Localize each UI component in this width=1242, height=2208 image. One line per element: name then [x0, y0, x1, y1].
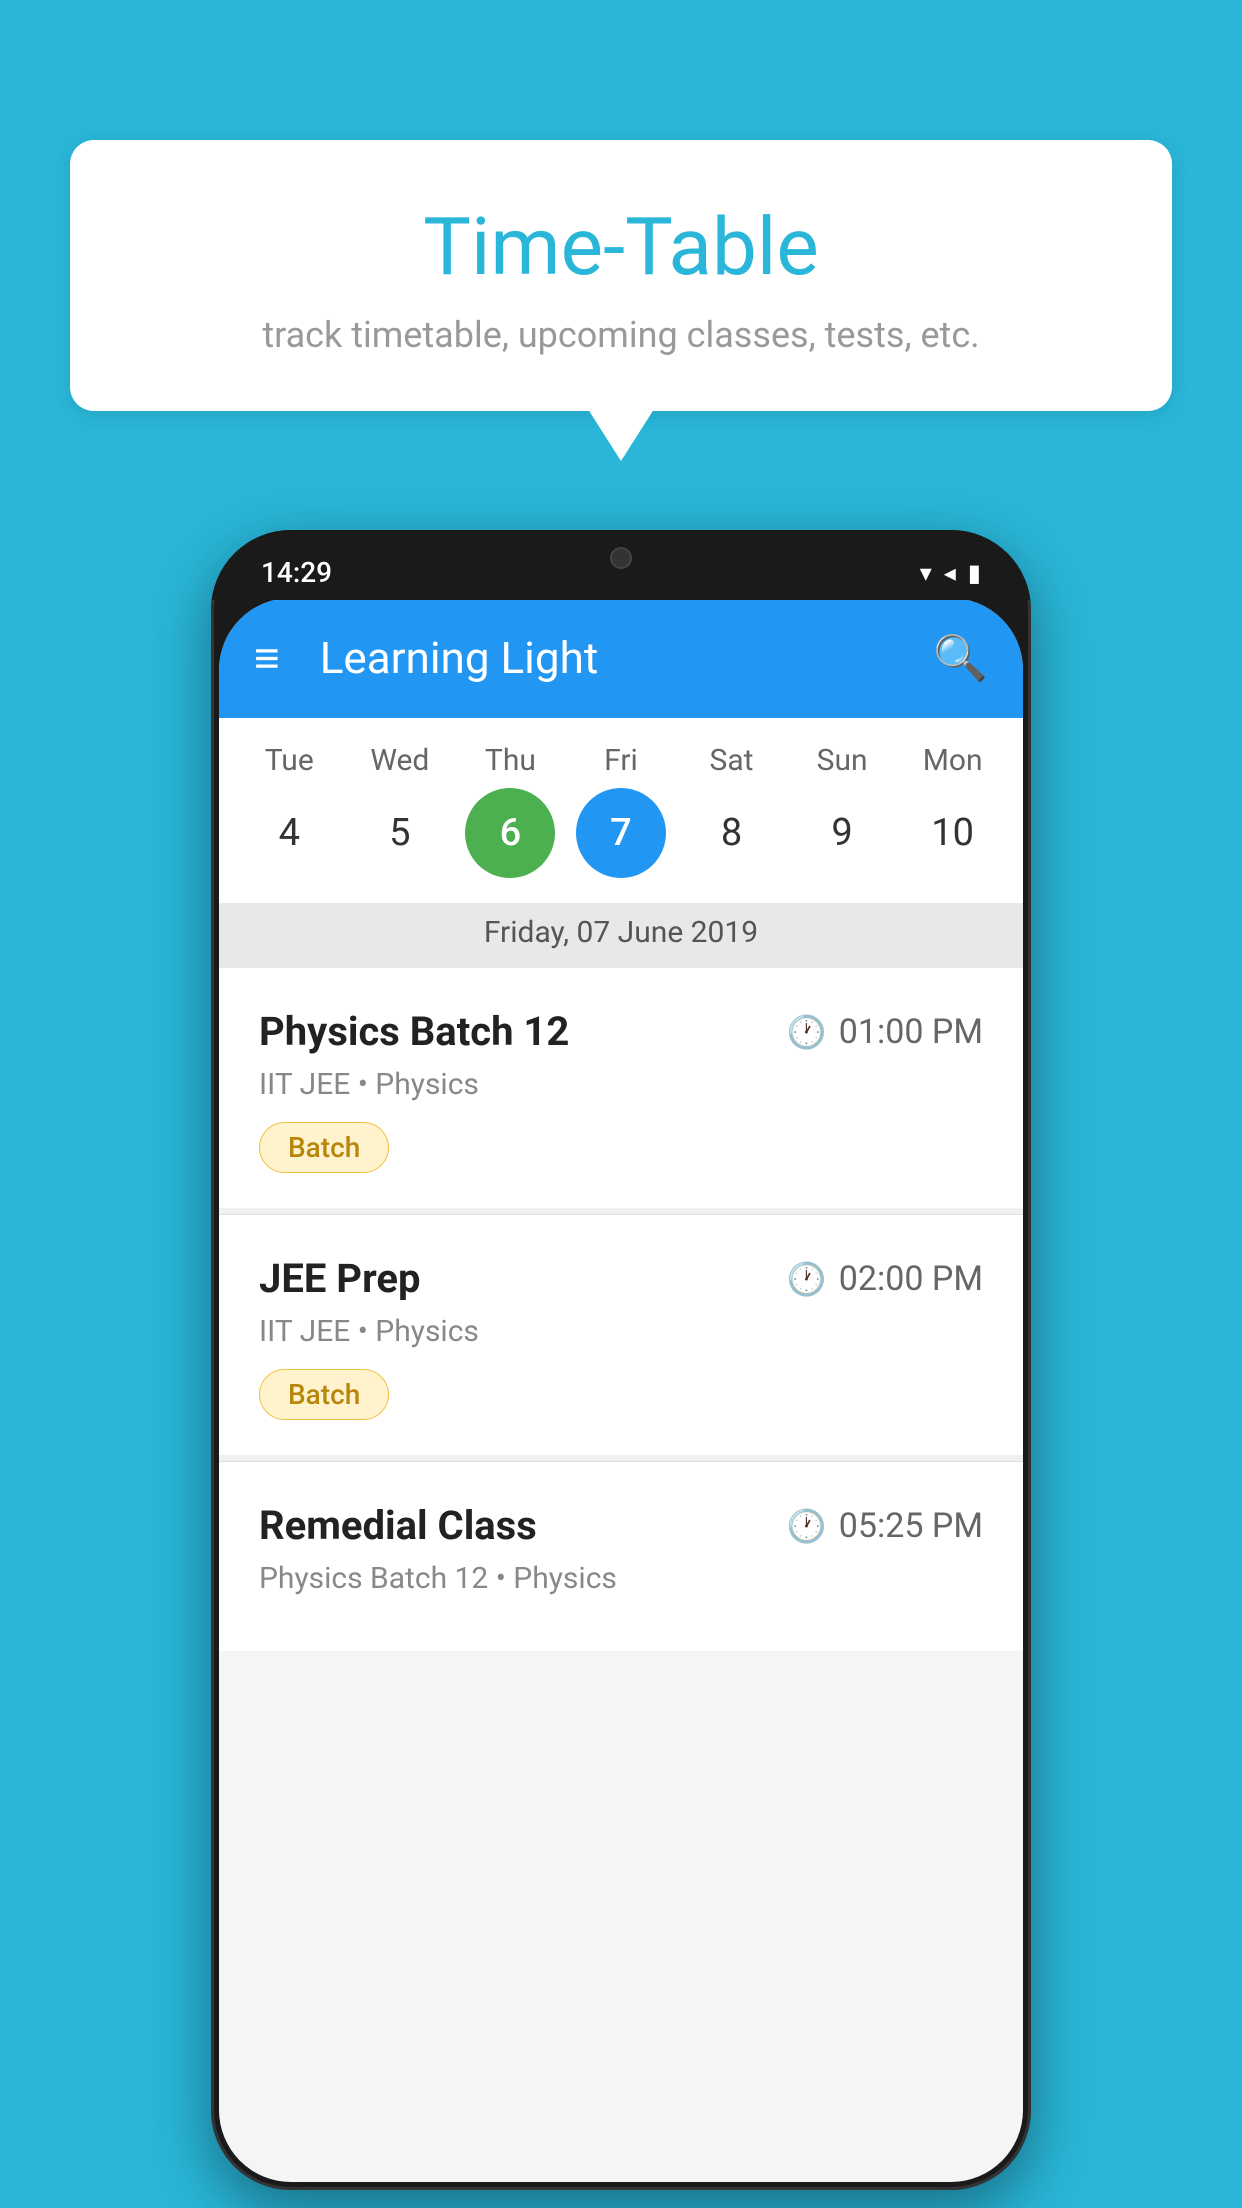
wifi-icon: ▾	[920, 559, 932, 587]
schedule-item-1[interactable]: Physics Batch 12 🕐 01:00 PM IIT JEE • Ph…	[219, 968, 1023, 1208]
schedule-item-3-time-container: 🕐 05:25 PM	[787, 1506, 983, 1546]
selected-date-label: Friday, 07 June 2019	[219, 903, 1023, 968]
feature-title: Time-Table	[120, 200, 1122, 294]
day-header-fri: Fri	[576, 743, 666, 778]
day-4[interactable]: 4	[244, 788, 334, 878]
status-time: 14:29	[261, 556, 332, 589]
phone-frame: 14:29 ▾ ◂ ▮ ≡ Learning Light 🔍 Tue	[211, 530, 1031, 2190]
schedule-item-1-time-container: 🕐 01:00 PM	[787, 1012, 983, 1052]
clock-icon-3: 🕐	[787, 1507, 827, 1545]
phone-notch	[531, 530, 711, 585]
day-headers: Tue Wed Thu Fri Sat Sun Mon	[219, 743, 1023, 778]
schedule-item-3-subtitle: Physics Batch 12 • Physics	[259, 1561, 983, 1596]
battery-icon: ▮	[968, 559, 981, 587]
app-bar: ≡ Learning Light 🔍	[219, 598, 1023, 718]
day-header-thu: Thu	[465, 743, 555, 778]
schedule-item-3-header: Remedial Class 🕐 05:25 PM	[259, 1502, 983, 1549]
day-header-mon: Mon	[908, 743, 998, 778]
clock-icon-1: 🕐	[787, 1013, 827, 1051]
phone-mockup: 14:29 ▾ ◂ ▮ ≡ Learning Light 🔍 Tue	[211, 530, 1031, 2190]
speech-bubble-card: Time-Table track timetable, upcoming cla…	[70, 140, 1172, 411]
day-header-sun: Sun	[797, 743, 887, 778]
schedule-list: Physics Batch 12 🕐 01:00 PM IIT JEE • Ph…	[219, 968, 1023, 1651]
day-7-selected[interactable]: 7	[576, 788, 666, 878]
schedule-item-2-subtitle: IIT JEE • Physics	[259, 1314, 983, 1349]
day-9[interactable]: 9	[797, 788, 887, 878]
clock-icon-2: 🕐	[787, 1260, 827, 1298]
day-header-wed: Wed	[355, 743, 445, 778]
schedule-item-3-time: 05:25 PM	[839, 1506, 983, 1546]
hamburger-icon[interactable]: ≡	[254, 636, 280, 680]
schedule-item-2[interactable]: JEE Prep 🕐 02:00 PM IIT JEE • Physics Ba…	[219, 1215, 1023, 1455]
signal-icon: ◂	[944, 559, 956, 587]
day-8[interactable]: 8	[687, 788, 777, 878]
search-icon[interactable]: 🔍	[933, 632, 988, 684]
schedule-item-1-header: Physics Batch 12 🕐 01:00 PM	[259, 1008, 983, 1055]
day-header-sat: Sat	[687, 743, 777, 778]
schedule-item-2-header: JEE Prep 🕐 02:00 PM	[259, 1255, 983, 1302]
schedule-item-3-title: Remedial Class	[259, 1502, 537, 1549]
schedule-item-2-time: 02:00 PM	[839, 1259, 983, 1299]
speech-bubble-section: Time-Table track timetable, upcoming cla…	[70, 140, 1172, 411]
day-6-today[interactable]: 6	[465, 788, 555, 878]
status-bar: 14:29 ▾ ◂ ▮	[211, 530, 1031, 600]
schedule-item-2-time-container: 🕐 02:00 PM	[787, 1259, 983, 1299]
schedule-item-1-title: Physics Batch 12	[259, 1008, 569, 1055]
feature-subtitle: track timetable, upcoming classes, tests…	[120, 314, 1122, 356]
camera-dot	[610, 547, 632, 569]
app-title: Learning Light	[320, 632, 934, 684]
day-5[interactable]: 5	[355, 788, 445, 878]
day-header-tue: Tue	[244, 743, 334, 778]
schedule-item-3[interactable]: Remedial Class 🕐 05:25 PM Physics Batch …	[219, 1462, 1023, 1651]
status-icons: ▾ ◂ ▮	[920, 559, 981, 587]
day-10[interactable]: 10	[908, 788, 998, 878]
schedule-item-2-title: JEE Prep	[259, 1255, 420, 1302]
day-numbers: 4 5 6 7 8 9 10	[219, 788, 1023, 878]
calendar-strip: Tue Wed Thu Fri Sat Sun Mon 4 5 6 7 8 9 …	[219, 718, 1023, 903]
batch-badge-1: Batch	[259, 1122, 389, 1173]
schedule-item-1-subtitle: IIT JEE • Physics	[259, 1067, 983, 1102]
phone-screen: ≡ Learning Light 🔍 Tue Wed Thu Fri Sat S…	[219, 598, 1023, 2182]
schedule-item-1-time: 01:00 PM	[839, 1012, 983, 1052]
batch-badge-2: Batch	[259, 1369, 389, 1420]
